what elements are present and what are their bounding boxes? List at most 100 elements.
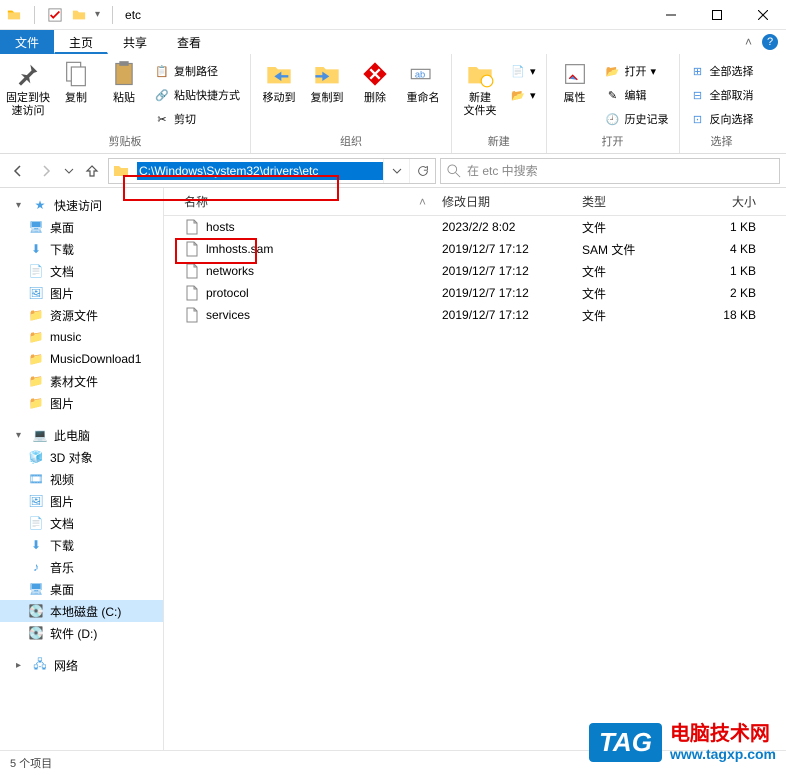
- file-row[interactable]: hosts 2023/2/2 8:02 文件 1 KB: [164, 216, 786, 238]
- properties-button[interactable]: 属性: [553, 56, 597, 105]
- history-button[interactable]: 🕘历史记录: [601, 108, 673, 130]
- sidebar-desktop[interactable]: 🖥桌面: [0, 216, 163, 238]
- sidebar-pictures2[interactable]: 📁图片: [0, 392, 163, 414]
- sidebar-resources[interactable]: 📁资源文件: [0, 304, 163, 326]
- copy-icon: [60, 58, 92, 90]
- window-title: etc: [117, 8, 141, 22]
- sidebar-music[interactable]: 📁music: [0, 326, 163, 348]
- sidebar-music-download[interactable]: 📁MusicDownload1: [0, 348, 163, 370]
- column-size[interactable]: 大小: [674, 193, 764, 210]
- maximize-button[interactable]: [694, 0, 740, 30]
- sidebar-3d[interactable]: 🧊3D 对象: [0, 446, 163, 468]
- sidebar-documents[interactable]: 📄文档: [0, 260, 163, 282]
- file-type: 文件: [574, 263, 674, 280]
- tab-share[interactable]: 共享: [108, 30, 162, 54]
- folder-small-icon[interactable]: [71, 7, 87, 23]
- column-type[interactable]: 类型: [574, 193, 674, 210]
- select-none-button[interactable]: ⊟全部取消: [686, 84, 758, 106]
- sidebar-downloads[interactable]: ⬇下载: [0, 238, 163, 260]
- sidebar-documents2[interactable]: 📄文档: [0, 512, 163, 534]
- address-dropdown[interactable]: [383, 159, 409, 183]
- sidebar-desktop2[interactable]: 🖥桌面: [0, 578, 163, 600]
- forward-button[interactable]: [34, 159, 58, 183]
- help-icon[interactable]: ?: [762, 34, 778, 50]
- back-button[interactable]: [6, 159, 30, 183]
- sidebar-network[interactable]: ▸🖧网络: [0, 654, 163, 676]
- folder-icon: [113, 163, 133, 179]
- paste-icon: [108, 58, 140, 90]
- new-item-button[interactable]: 📄▾: [506, 60, 540, 82]
- delete-icon: [359, 58, 391, 90]
- paste-button[interactable]: 粘贴: [102, 56, 146, 105]
- select-group-label: 选择: [686, 133, 758, 151]
- new-folder-button[interactable]: 新建 文件夹: [458, 56, 502, 118]
- tag-badge: TAG: [589, 723, 662, 762]
- search-bar[interactable]: 在 etc 中搜索: [440, 158, 780, 184]
- file-row[interactable]: networks 2019/12/7 17:12 文件 1 KB: [164, 260, 786, 282]
- refresh-button[interactable]: [409, 159, 435, 183]
- file-row[interactable]: lmhosts.sam 2019/12/7 17:12 SAM 文件 4 KB: [164, 238, 786, 260]
- up-button[interactable]: [80, 159, 104, 183]
- file-row[interactable]: services 2019/12/7 17:12 文件 18 KB: [164, 304, 786, 326]
- sidebar-pictures3[interactable]: 🖼图片: [0, 490, 163, 512]
- sidebar-materials[interactable]: 📁素材文件: [0, 370, 163, 392]
- status-text: 5 个项目: [10, 755, 52, 771]
- easy-access-button[interactable]: 📂▾: [506, 84, 540, 106]
- titlebar: ▾ etc: [0, 0, 786, 30]
- column-date[interactable]: 修改日期: [434, 193, 574, 210]
- copy-button[interactable]: 复制: [54, 56, 98, 105]
- open-button[interactable]: 📂打开▾: [601, 60, 673, 82]
- 3d-icon: 🧊: [28, 449, 44, 465]
- properties-icon: [559, 58, 591, 90]
- ribbon-tabs: 文件 主页 共享 查看 ˄ ?: [0, 30, 786, 54]
- column-name[interactable]: 名称˄: [164, 193, 434, 210]
- move-to-button[interactable]: 移动到: [257, 56, 301, 105]
- pin-to-quick-access-button[interactable]: 固定到快 速访问: [6, 56, 50, 118]
- sidebar[interactable]: ▾★快速访问 🖥桌面 ⬇下载 📄文档 🖼图片 📁资源文件 📁music 📁Mus…: [0, 188, 164, 750]
- file-size: 1 KB: [674, 220, 764, 234]
- rename-button[interactable]: ab 重命名: [401, 56, 445, 105]
- tag-line2: www.tagxp.com: [670, 746, 776, 763]
- file-icon: [184, 307, 200, 323]
- address-input[interactable]: [137, 162, 383, 180]
- tab-home[interactable]: 主页: [54, 30, 108, 54]
- file-size: 2 KB: [674, 286, 764, 300]
- delete-button[interactable]: 删除: [353, 56, 397, 105]
- invert-selection-button[interactable]: ⊡反向选择: [686, 108, 758, 130]
- file-size: 1 KB: [674, 264, 764, 278]
- copy-to-button[interactable]: 复制到: [305, 56, 349, 105]
- sidebar-disk-d[interactable]: 💽软件 (D:): [0, 622, 163, 644]
- select-all-button[interactable]: ⊞全部选择: [686, 60, 758, 82]
- recent-dropdown[interactable]: [62, 159, 76, 183]
- file-type: 文件: [574, 219, 674, 236]
- picture-icon: 🖼: [28, 493, 44, 509]
- sidebar-music2[interactable]: ♪音乐: [0, 556, 163, 578]
- tab-file[interactable]: 文件: [0, 30, 54, 54]
- sidebar-downloads2[interactable]: ⬇下载: [0, 534, 163, 556]
- sidebar-videos[interactable]: 🎞视频: [0, 468, 163, 490]
- edit-button[interactable]: ✎编辑: [601, 84, 673, 106]
- dropdown-caret-icon[interactable]: ▾: [95, 9, 100, 20]
- paste-shortcut-button[interactable]: 🔗粘贴快捷方式: [150, 84, 244, 106]
- file-name: services: [206, 308, 250, 322]
- sidebar-this-pc[interactable]: ▾💻此电脑: [0, 424, 163, 446]
- disk-icon: 💽: [28, 625, 44, 641]
- minimize-button[interactable]: [648, 0, 694, 30]
- close-button[interactable]: [740, 0, 786, 30]
- file-icon: [184, 219, 200, 235]
- checkbox-icon[interactable]: [47, 7, 63, 23]
- copy-path-button[interactable]: 📋复制路径: [150, 60, 244, 82]
- cut-button[interactable]: ✂剪切: [150, 108, 244, 130]
- file-row[interactable]: protocol 2019/12/7 17:12 文件 2 KB: [164, 282, 786, 304]
- disk-icon: 💽: [28, 603, 44, 619]
- search-placeholder: 在 etc 中搜索: [467, 162, 538, 179]
- tab-view[interactable]: 查看: [162, 30, 216, 54]
- collapse-ribbon-icon[interactable]: ˄: [745, 35, 752, 49]
- picture-icon: 🖼: [28, 285, 44, 301]
- shortcut-icon: 🔗: [154, 87, 170, 103]
- sidebar-disk-c[interactable]: 💽本地磁盘 (C:): [0, 600, 163, 622]
- sidebar-quick-access[interactable]: ▾★快速访问: [0, 194, 163, 216]
- download-icon: ⬇: [28, 537, 44, 553]
- address-bar[interactable]: [108, 158, 436, 184]
- sidebar-pictures[interactable]: 🖼图片: [0, 282, 163, 304]
